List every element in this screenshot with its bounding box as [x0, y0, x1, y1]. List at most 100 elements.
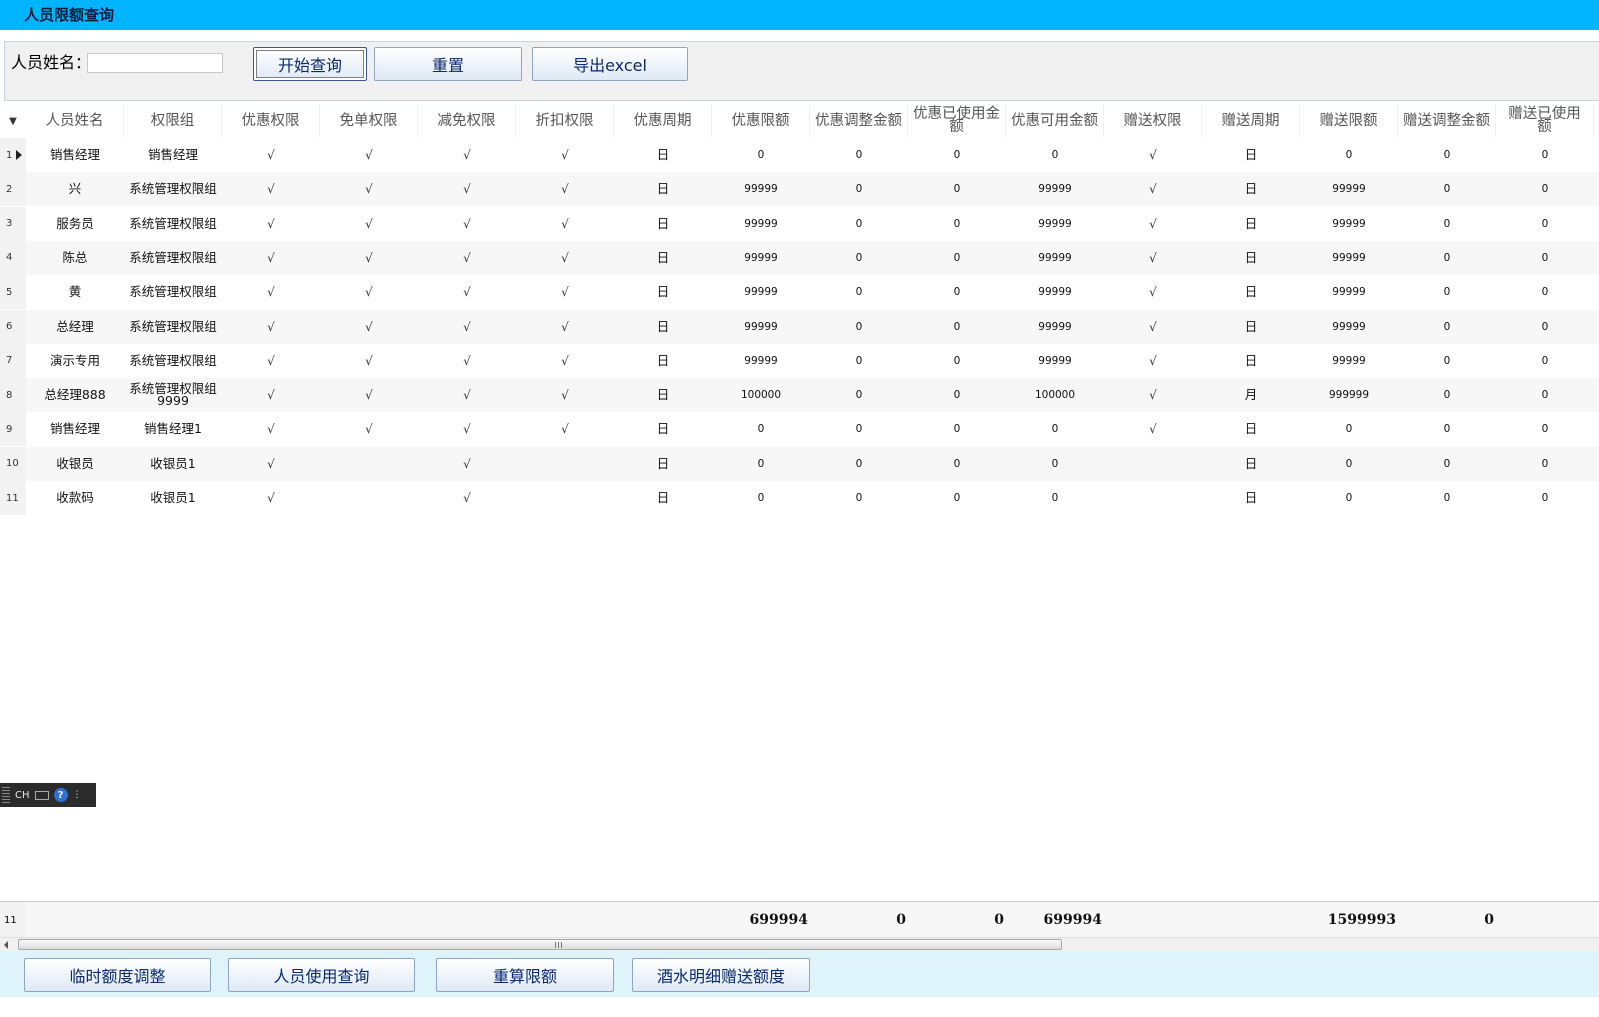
table-cell[interactable]: 0 — [1496, 138, 1594, 172]
table-cell[interactable]: 0 — [1300, 481, 1398, 515]
row-number[interactable]: 2 — [0, 172, 26, 207]
table-cell[interactable]: 日 — [614, 138, 712, 172]
table-row[interactable]: 1 销售经理 销售经理 √ √ √ √ 日 0 0 0 0 √ 日 0 0 0 — [0, 138, 1599, 172]
table-cell[interactable]: √ — [1104, 310, 1202, 344]
table-cell[interactable]: 日 — [614, 378, 712, 412]
table-cell[interactable]: 日 — [1202, 310, 1300, 344]
table-cell[interactable]: √ — [320, 241, 418, 275]
table-cell[interactable]: 0 — [1496, 412, 1594, 446]
table-cell[interactable]: 0 — [810, 138, 908, 172]
table-cell[interactable]: 99999 — [1300, 275, 1398, 309]
table-cell[interactable]: √ — [320, 172, 418, 206]
table-cell[interactable]: 服务员 — [26, 207, 124, 241]
table-cell[interactable]: 0 — [1496, 275, 1594, 309]
table-cell[interactable]: √ — [222, 412, 320, 446]
table-cell[interactable]: √ — [516, 412, 614, 446]
table-row[interactable]: 10 收银员 收银员1 √ √ 日 0 0 0 0 日 0 0 0 — [0, 446, 1599, 481]
table-cell[interactable]: 0 — [1300, 447, 1398, 481]
table-cell[interactable]: 日 — [614, 481, 712, 515]
column-header[interactable]: 折扣权限 — [516, 104, 614, 138]
table-cell[interactable]: 0 — [908, 138, 1006, 172]
table-cell[interactable]: √ — [320, 275, 418, 309]
reset-button[interactable]: 重置 — [374, 47, 522, 81]
table-cell[interactable]: √ — [418, 481, 516, 515]
table-cell[interactable]: √ — [320, 378, 418, 412]
table-cell[interactable]: 黄 — [26, 275, 124, 309]
table-cell[interactable]: 0 — [810, 447, 908, 481]
table-cell[interactable]: 0 — [810, 275, 908, 309]
table-cell[interactable]: √ — [320, 310, 418, 344]
temp-limit-adjust-button[interactable]: 临时额度调整 — [24, 958, 211, 992]
table-cell[interactable]: 0 — [1398, 172, 1496, 206]
table-cell[interactable]: √ — [516, 138, 614, 172]
table-cell[interactable]: √ — [516, 310, 614, 344]
table-cell[interactable]: 99999 — [1006, 207, 1104, 241]
ime-menu-icon[interactable]: ⋮ — [73, 791, 82, 800]
scroll-left-icon[interactable] — [4, 941, 8, 949]
table-cell[interactable]: 0 — [810, 241, 908, 275]
column-header[interactable]: 优惠可用金额 — [1006, 104, 1104, 138]
table-cell[interactable]: √ — [222, 275, 320, 309]
table-cell[interactable] — [1104, 481, 1202, 515]
table-cell[interactable]: 系统管理权限组 — [124, 241, 222, 275]
table-cell[interactable]: 系统管理权限组9999 — [124, 378, 222, 412]
table-cell[interactable]: 日 — [614, 310, 712, 344]
table-cell[interactable]: 0 — [1496, 344, 1594, 378]
table-cell[interactable]: 月 — [1202, 378, 1300, 412]
table-cell[interactable] — [320, 481, 418, 515]
table-cell[interactable]: 0 — [908, 172, 1006, 206]
table-cell[interactable]: 99999 — [712, 275, 810, 309]
row-number[interactable]: 8 — [0, 378, 26, 413]
table-cell[interactable]: 0 — [908, 447, 1006, 481]
table-row[interactable]: 3 服务员 系统管理权限组 √ √ √ √ 日 99999 0 0 99999 √ 日 99999 0 0 — [0, 206, 1599, 241]
table-cell[interactable]: 99999 — [1300, 241, 1398, 275]
table-cell[interactable]: 0 — [1006, 447, 1104, 481]
name-search-input[interactable] — [87, 53, 223, 73]
table-cell[interactable]: 0 — [1496, 172, 1594, 206]
table-cell[interactable]: √ — [222, 207, 320, 241]
table-cell[interactable] — [1104, 447, 1202, 481]
table-row[interactable]: 5 黄系统管理权限组 √ √ √ √ 日 99999 0 0 99999 √ 日 99999 0 0 — [0, 275, 1599, 310]
table-cell[interactable]: 0 — [1006, 138, 1104, 172]
wine-gift-quota-button[interactable]: 酒水明细赠送额度 — [632, 958, 810, 992]
column-header[interactable]: 优惠限额 — [712, 104, 810, 138]
table-cell[interactable]: 系统管理权限组 — [124, 310, 222, 344]
table-cell[interactable]: 100000 — [1006, 378, 1104, 412]
table-cell[interactable]: 99999 — [1300, 310, 1398, 344]
scrollbar-thumb[interactable] — [18, 939, 1062, 950]
table-cell[interactable]: 日 — [1202, 207, 1300, 241]
table-cell[interactable]: 日 — [1202, 412, 1300, 446]
table-cell[interactable]: 0 — [1496, 241, 1594, 275]
table-cell[interactable]: 日 — [1202, 481, 1300, 515]
table-cell[interactable]: 0 — [810, 378, 908, 412]
table-cell[interactable]: 99999 — [712, 344, 810, 378]
table-cell[interactable]: 99999 — [1006, 241, 1104, 275]
table-cell[interactable]: 0 — [908, 378, 1006, 412]
start-query-button[interactable]: 开始查询 — [253, 47, 367, 81]
table-cell[interactable] — [516, 481, 614, 515]
table-cell[interactable]: 0 — [810, 412, 908, 446]
table-cell[interactable]: 0 — [1398, 344, 1496, 378]
table-cell[interactable]: 99999 — [712, 310, 810, 344]
table-cell[interactable]: 0 — [810, 207, 908, 241]
table-cell[interactable]: 0 — [1398, 241, 1496, 275]
table-cell[interactable]: 99999 — [1300, 207, 1398, 241]
table-cell[interactable]: 0 — [1398, 207, 1496, 241]
table-cell[interactable]: 销售经理 — [124, 138, 222, 172]
table-cell[interactable]: 0 — [1006, 412, 1104, 446]
table-cell[interactable]: 0 — [908, 207, 1006, 241]
column-header[interactable]: 赠送已使用额 — [1496, 104, 1594, 138]
table-cell[interactable]: 系统管理权限组 — [124, 207, 222, 241]
ime-language-label[interactable]: CH — [15, 790, 30, 801]
row-number[interactable]: 3 — [0, 206, 26, 241]
table-cell[interactable]: 0 — [1398, 412, 1496, 446]
table-cell[interactable]: √ — [418, 138, 516, 172]
row-number[interactable]: 6 — [0, 309, 26, 344]
table-cell[interactable]: 99999 — [1300, 344, 1398, 378]
column-header[interactable]: 权限组 — [124, 104, 222, 138]
column-header[interactable]: 赠送周期 — [1202, 104, 1300, 138]
table-cell[interactable] — [516, 447, 614, 481]
table-cell[interactable]: 0 — [712, 412, 810, 446]
table-cell[interactable]: 日 — [1202, 241, 1300, 275]
table-cell[interactable]: √ — [222, 378, 320, 412]
